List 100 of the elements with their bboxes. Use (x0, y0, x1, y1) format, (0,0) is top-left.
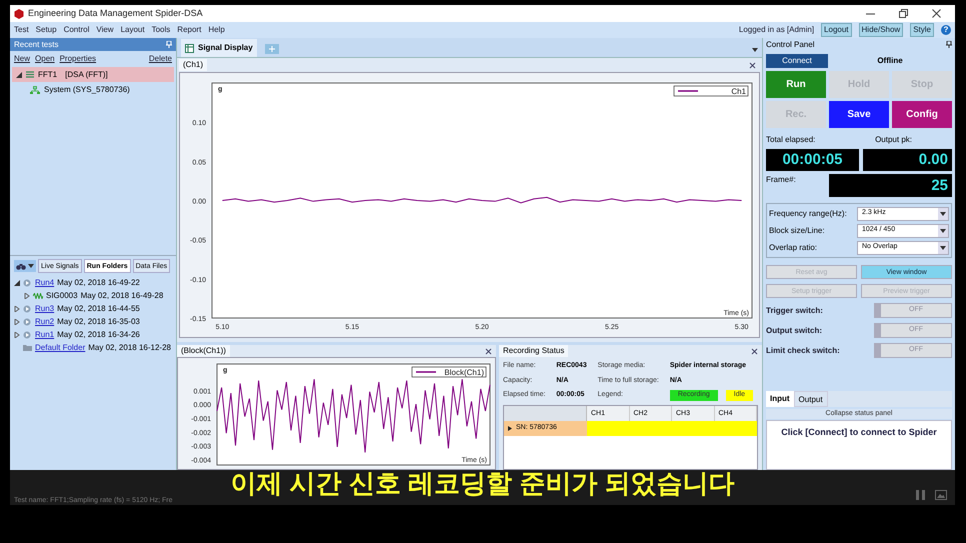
pause-icon[interactable] (916, 490, 925, 500)
tree-item[interactable]: Default Folder May 02, 2018 16-12-28 (10, 341, 176, 354)
connection-message: Click [Connect] to connect to Spider (780, 426, 938, 439)
collapsed-arrow-icon[interactable] (24, 292, 30, 298)
collapsed-arrow-icon[interactable] (14, 306, 20, 312)
run-date: May 02, 2018 16-35-03 (57, 316, 140, 328)
run-link[interactable]: Run1 (35, 328, 54, 340)
test-type: [DSA (FFT)] (65, 68, 108, 80)
setting-label: Frequency range(Hz): (769, 208, 848, 220)
list-icon (26, 71, 34, 78)
tab[interactable]: Signal Display (181, 39, 257, 57)
menu-item[interactable]: Test (14, 24, 29, 36)
frame-label: Frame#: (766, 174, 797, 186)
switch-label: Output switch: (766, 324, 822, 336)
header-button[interactable]: Style (910, 23, 934, 37)
menu-item[interactable]: Layout (120, 24, 145, 36)
dropdown-caret-icon (940, 228, 946, 232)
menu-item[interactable]: View (96, 24, 114, 36)
run-icon (23, 278, 32, 286)
restore-icon[interactable] (899, 9, 908, 18)
expanded-arrow-icon[interactable] (16, 72, 22, 78)
close-icon[interactable] (932, 9, 941, 18)
menu-item[interactable]: Help (208, 24, 225, 36)
legend-label: Block(Ch1) (444, 368, 484, 377)
help-button[interactable]: ? (941, 25, 951, 35)
tree-item[interactable]: Run3 May 02, 2018 16-44-55 (10, 302, 176, 315)
run-link[interactable]: Run3 (35, 302, 54, 314)
menu-item[interactable]: Tools (152, 24, 170, 36)
close-icon[interactable] (485, 348, 492, 354)
control-button[interactable]: Config (892, 101, 952, 128)
tree-item[interactable]: SIG0003 May 02, 2018 16-49-28 (10, 289, 176, 302)
run-date: May 02, 2018 16-44-55 (57, 302, 140, 314)
tab[interactable]: (Ch1) (179, 59, 208, 71)
wave-icon (33, 292, 43, 298)
tab[interactable]: Recording Status (499, 345, 568, 357)
pin-icon[interactable] (946, 41, 952, 48)
test-name: FFT1 (38, 68, 58, 80)
tab[interactable]: Output (794, 391, 828, 407)
row-arrow-icon (508, 426, 512, 430)
subtitle: 이제 시간 신호 레코딩할 준비가 되었습니다 (230, 470, 735, 496)
tree-item[interactable]: Run4 May 02, 2018 16-49-22 (10, 276, 176, 289)
header-button[interactable]: Hide/Show (858, 23, 904, 37)
tree-item[interactable]: Run2 May 02, 2018 16-35-03 (10, 315, 176, 328)
collapsed-arrow-icon[interactable] (14, 332, 20, 338)
frame-display: 25 (829, 174, 952, 197)
action-link[interactable]: Open (35, 53, 55, 65)
binoculars-icon (16, 262, 26, 270)
menu-item[interactable]: Report (177, 24, 202, 36)
action-link[interactable]: Properties (60, 53, 96, 65)
menu-item[interactable]: Control (64, 24, 90, 36)
binoculars-button[interactable] (14, 260, 36, 272)
connect-button[interactable]: Connect (766, 54, 828, 68)
run-link[interactable]: Run4 (35, 276, 54, 288)
legend: Block(Ch1) (412, 366, 486, 378)
picture-icon[interactable] (935, 490, 947, 500)
switch-label: Limit check switch: (766, 344, 840, 356)
tree-item[interactable]: Run1 May 02, 2018 16-34-26 (10, 328, 176, 341)
dropdown-caret-icon (752, 48, 758, 52)
login-status: Logged in as [Admin] (738, 24, 814, 36)
run-date: May 02, 2018 16-12-28 (88, 342, 171, 354)
tree-item[interactable]: FFT1 [DSA (FFT)] (12, 67, 174, 82)
chart-icon (185, 44, 194, 52)
run-link[interactable]: Run2 (35, 316, 54, 328)
action-link[interactable]: New (14, 53, 30, 65)
folder-icon (23, 344, 32, 351)
run-icon (23, 330, 32, 338)
collapsed-arrow-icon[interactable] (14, 318, 20, 324)
menu-item[interactable]: Setup (36, 24, 57, 36)
tab[interactable]: Input (766, 391, 794, 407)
run-date: May 02, 2018 16-49-22 (57, 276, 140, 288)
system-name: System (SYS_5780736) (44, 84, 130, 96)
output-label: Output pk: (875, 134, 912, 146)
delete-link[interactable]: Delete (148, 53, 172, 65)
expanded-arrow-icon[interactable] (14, 280, 20, 286)
close-icon[interactable] (749, 62, 756, 68)
dropdown-caret-icon (28, 264, 34, 268)
close-icon[interactable] (751, 348, 758, 354)
legend: Ch1 (674, 86, 748, 96)
control-button[interactable]: Save (829, 101, 889, 128)
window-title: Engineering Data Management Spider-DSA (28, 6, 203, 20)
run-icon (23, 304, 32, 312)
control-button[interactable]: Run (766, 71, 826, 98)
run-icon (23, 318, 32, 326)
tree-item[interactable]: System (SYS_5780736) (30, 82, 176, 97)
setting-label: Overlap ratio: (769, 242, 818, 254)
run-date: May 02, 2018 16-34-26 (57, 328, 140, 340)
panel-title: Recent tests (14, 38, 58, 50)
dropdown-caret-icon (940, 212, 946, 216)
app-logo-icon (14, 8, 24, 18)
output-display: 0.00 (863, 149, 952, 171)
signal-name: SIG0003 (46, 290, 78, 302)
dropdown-caret-icon (940, 246, 946, 250)
switch-label: Trigger switch: (766, 304, 823, 316)
setting-label: Block size/Line: (769, 224, 826, 236)
elapsed-display: 00:00:05 (766, 149, 859, 171)
run-link[interactable]: Default Folder (35, 342, 86, 354)
panel-title: Control Panel (766, 38, 814, 50)
header-button[interactable]: Logout (821, 23, 852, 37)
tab[interactable]: (Block(Ch1)) (177, 345, 230, 357)
network-icon (30, 86, 40, 94)
